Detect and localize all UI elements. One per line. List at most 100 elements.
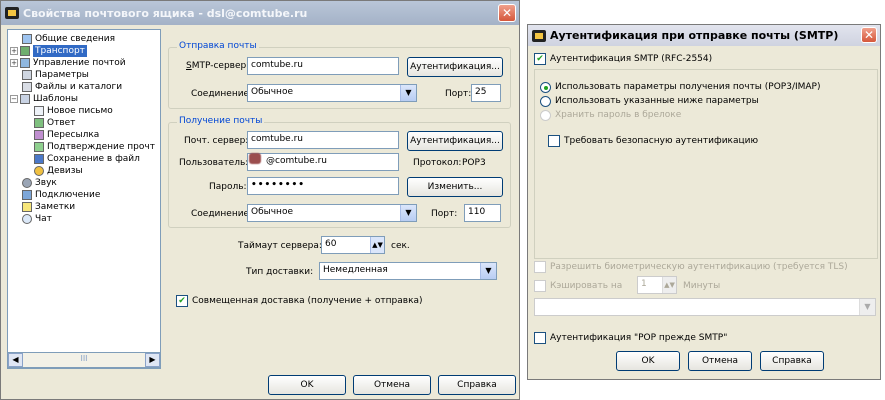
settings-tree[interactable]: Общие сведения + Транспорт + Управление по… <box>7 29 161 369</box>
tree-item-general[interactable]: Общие сведения <box>22 33 115 45</box>
receive-port-label: Порт: <box>431 209 458 219</box>
cache-input: 1 ▲▼ <box>637 276 677 294</box>
tree-item-new-letter[interactable]: Новое письмо <box>34 105 113 117</box>
chevron-down-icon[interactable]: ▼ <box>480 263 496 279</box>
expand-icon[interactable]: + <box>10 47 18 55</box>
document-icon <box>34 106 44 116</box>
store-password-radio <box>540 110 551 121</box>
ok-button[interactable]: OK <box>616 351 680 371</box>
redaction-mark <box>249 153 261 164</box>
tree-item-reply[interactable]: Ответ <box>34 117 75 129</box>
receipt-icon <box>34 142 44 152</box>
biometric-label: Разрешить биометрическую аутентификацию … <box>550 262 848 272</box>
combined-delivery-label: Совмещенная доставка (получение + отправ… <box>192 296 423 306</box>
smtp-auth-dialog: Аутентификация при отправке почты (SMTP)… <box>527 24 881 380</box>
tree-item-parameters[interactable]: Параметры <box>22 69 89 81</box>
smtp-server-input[interactable]: comtube.ru <box>247 57 399 75</box>
smtp-auth-button[interactable]: Аутентификация... <box>407 57 503 77</box>
use-receive-params-radio[interactable] <box>540 82 551 93</box>
scroll-left-icon[interactable]: ◀ <box>8 353 23 367</box>
use-custom-params-label: Использовать указанные ниже параметры <box>555 96 759 106</box>
cancel-button[interactable]: Отмена <box>353 375 431 395</box>
secure-auth-checkbox[interactable] <box>548 135 560 147</box>
cancel-button[interactable]: Отмена <box>688 351 752 371</box>
app-icon <box>532 29 546 42</box>
tree-item-templates[interactable]: − Шаблоны <box>10 93 78 105</box>
app-icon <box>5 7 19 19</box>
parameters-icon <box>22 70 32 80</box>
send-connection-label: Соединение: <box>191 89 253 99</box>
tree-item-chat[interactable]: Чат <box>22 213 52 225</box>
folder-icon <box>22 82 32 92</box>
timeout-label: Таймаут сервера: <box>238 241 322 251</box>
delivery-type-label: Тип доставки: <box>246 267 314 277</box>
receive-connection-select[interactable]: Обычное ▼ <box>247 204 417 222</box>
close-button[interactable]: ✕ <box>498 4 516 22</box>
expand-icon[interactable]: + <box>10 59 18 67</box>
reply-icon <box>34 118 44 128</box>
tree-item-notes[interactable]: Заметки <box>22 201 75 213</box>
tree-item-forward[interactable]: Пересылка <box>34 129 99 141</box>
receive-group-title: Получение почты <box>177 116 265 126</box>
help-button[interactable]: Справка <box>760 351 824 371</box>
help-button[interactable]: Справка <box>438 375 516 395</box>
spinner-icon[interactable]: ▲▼ <box>370 237 384 253</box>
receive-connection-label: Соединение: <box>191 209 253 219</box>
smtp-server-label: SMTP-сервер: <box>186 61 250 71</box>
motto-icon <box>34 166 44 176</box>
ok-button[interactable]: OK <box>268 375 346 395</box>
mailbox-properties-window: Свойства почтового ящика - dsl@comtube.r… <box>0 0 520 400</box>
scroll-thumb[interactable]: III <box>80 353 87 367</box>
tree-item-mail-management[interactable]: + Управление почтой <box>10 57 126 69</box>
collapse-icon[interactable]: − <box>10 95 18 103</box>
pop-before-smtp-checkbox[interactable] <box>534 332 546 344</box>
forward-icon <box>34 130 44 140</box>
speaker-icon <box>22 178 32 188</box>
send-port-input[interactable]: 25 <box>471 84 501 102</box>
connection-icon <box>22 190 32 200</box>
password-label: Пароль: <box>209 182 247 192</box>
tree-item-save-to-file[interactable]: Сохранение в файл <box>34 153 140 165</box>
mail-icon <box>20 58 30 68</box>
tree-horizontal-scrollbar[interactable]: ◀ III ▶ <box>7 352 161 368</box>
use-custom-params-radio[interactable] <box>540 96 551 107</box>
timeout-input[interactable]: 60 ▲▼ <box>321 236 385 254</box>
cache-unit: Минуты <box>683 281 721 291</box>
cache-checkbox <box>534 280 546 292</box>
save-icon <box>34 154 44 164</box>
smtp-auth-label: Аутентификация SMTP (RFC-2554) <box>550 54 713 64</box>
close-button[interactable]: ✕ <box>861 27 877 43</box>
smtp-auth-checkbox[interactable]: ✔ <box>534 53 546 65</box>
info-icon <box>22 34 32 44</box>
combined-delivery-checkbox[interactable]: ✔ <box>176 295 188 307</box>
note-icon <box>22 202 32 212</box>
password-input[interactable]: •••••••• <box>247 177 399 195</box>
mail-server-input[interactable]: comtube.ru <box>247 131 399 149</box>
tree-item-mottos[interactable]: Девизы <box>34 165 83 177</box>
user-input[interactable]: @comtube.ru <box>247 153 399 171</box>
tree-item-transport[interactable]: + Транспорт <box>10 45 87 57</box>
tree-item-connection[interactable]: Подключение <box>22 189 100 201</box>
pop-before-smtp-label: Аутентификация "POP прежде SMTP" <box>550 333 728 343</box>
tree-item-files[interactable]: Файлы и каталоги <box>22 81 122 93</box>
change-password-button[interactable]: Изменить... <box>407 177 503 197</box>
tree-item-read-receipt[interactable]: Подтверждение прочт <box>34 141 155 153</box>
receive-auth-button[interactable]: Аутентификация... <box>407 131 503 151</box>
title-bar[interactable]: Аутентификация при отправке почты (SMTP)… <box>528 25 880 46</box>
receive-port-input[interactable]: 110 <box>464 204 501 222</box>
scroll-right-icon[interactable]: ▶ <box>144 353 160 367</box>
chevron-down-icon[interactable]: ▼ <box>400 205 416 221</box>
biometric-checkbox <box>534 261 546 273</box>
chevron-down-icon[interactable]: ▼ <box>400 85 416 101</box>
delivery-type-select[interactable]: Немедленная ▼ <box>319 262 497 280</box>
use-receive-params-label: Использовать параметры получения почты (… <box>555 82 821 92</box>
templates-icon <box>20 94 30 104</box>
title-bar[interactable]: Свойства почтового ящика - dsl@comtube.r… <box>1 1 519 25</box>
timeout-unit: сек. <box>391 241 410 251</box>
transport-icon <box>20 46 30 56</box>
send-port-label: Порт: <box>445 89 472 99</box>
send-group-title: Отправка почты <box>177 41 259 51</box>
spinner-icon: ▲▼ <box>662 277 676 293</box>
send-connection-select[interactable]: Обычное ▼ <box>247 84 417 102</box>
tree-item-sound[interactable]: Звук <box>22 177 57 189</box>
